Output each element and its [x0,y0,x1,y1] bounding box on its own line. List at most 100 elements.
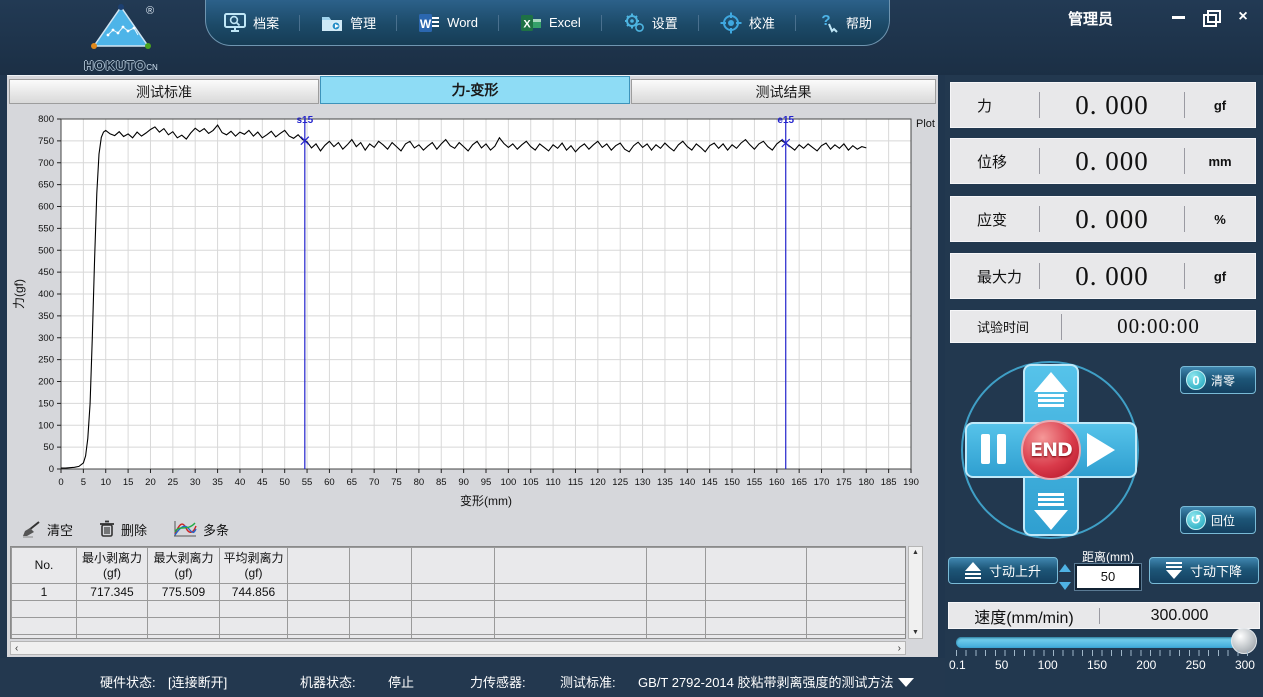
play-button[interactable] [1087,433,1115,467]
svg-text:65: 65 [347,477,358,488]
table-cell [807,618,907,635]
pause-icon [997,434,1006,464]
menu-separator [299,15,300,31]
scroll-down-icon[interactable]: ▼ [912,629,919,636]
chart-cursor-label: e15 [777,115,794,126]
table-row[interactable] [12,635,907,640]
menu-item-word[interactable]: W Word [407,12,488,34]
delete-row-button[interactable]: 删除 [99,520,147,539]
menu-item-manage[interactable]: 管理 [310,12,386,34]
jog-up-button[interactable]: 寸动上升 [948,557,1058,584]
menu-label: 帮助 [846,13,872,32]
svg-text:180: 180 [858,477,874,488]
table-header-cell [706,548,807,584]
distance-stepper[interactable] [1059,564,1073,590]
pause-button[interactable] [971,434,1015,468]
speed-slider-track[interactable] [956,637,1248,648]
svg-text:10: 10 [100,477,111,488]
readout-label: 力 [951,95,1039,116]
help-icon: ? [816,12,840,34]
menu-label: 档案 [253,13,279,32]
table-cell [706,601,807,618]
force-sensor-label: 力传感器: [470,672,526,691]
pause-icon [981,434,990,464]
table-cell [807,601,907,618]
readout-label: 最大力 [951,266,1039,287]
table-cell [412,584,495,601]
delete-label: 删除 [121,520,147,539]
zero-button[interactable]: 0 清零 [1180,366,1256,394]
end-stop-button[interactable]: END [1021,420,1081,480]
home-button[interactable]: ↺ 回位 [1180,506,1256,534]
table-cell [495,601,647,618]
menu-item-help[interactable]: ? 帮助 [806,12,882,34]
table-cell: 1 [12,584,77,601]
logo-triangle-icon: ® [88,2,154,52]
table-cell [288,601,350,618]
scroll-right-icon[interactable]: › [898,643,901,654]
close-icon[interactable]: × [1235,10,1251,24]
menu-label: Word [447,15,478,30]
table-header-cell [350,548,412,584]
menu-item-archive[interactable]: 档案 [213,12,289,34]
results-table: No.最小剥离力(gf)最大剥离力(gf)平均剥离力(gf)1717.34577… [11,547,906,639]
scroll-left-icon[interactable]: ‹ [15,643,18,654]
restore-icon[interactable] [1203,10,1219,24]
down-arrow-icon [1034,510,1068,530]
slider-tick-label: 100 [1038,658,1058,672]
distance-input[interactable]: 50 [1075,564,1141,590]
menu-item-settings[interactable]: 设置 [612,12,688,34]
table-cell: 775.509 [148,584,220,601]
table-vertical-scrollbar[interactable]: ▲▼ [908,546,923,639]
svg-text:165: 165 [791,477,807,488]
machine-status-label: 机器状态: [300,672,356,691]
stepper-down-icon[interactable] [1059,582,1071,590]
table-header-cell [288,548,350,584]
clear-curves-button[interactable]: 清空 [21,520,73,539]
svg-text:100: 100 [500,477,516,488]
table-cell [647,601,706,618]
svg-text:95: 95 [481,477,492,488]
tab-force-deformation[interactable]: 力-变形 [320,76,630,104]
menu-item-excel[interactable]: X Excel [509,12,591,34]
jog-up-label: 寸动上升 [989,561,1041,580]
window-controls: × [1171,8,1251,26]
scroll-up-icon[interactable]: ▲ [912,549,919,556]
svg-text:170: 170 [814,477,830,488]
slider-tick-label: 0.1 [949,658,966,672]
table-cell [220,618,288,635]
readout-strain: 应变 0. 000 % [950,196,1256,242]
table-header-cell: No. [12,548,77,584]
multi-curve-button[interactable]: 多条 [173,520,229,539]
table-row[interactable] [12,618,907,635]
chart-toolbar: 清空 删除 多条 [21,517,229,541]
table-cell [706,635,807,640]
zero-label: 清零 [1211,372,1235,389]
test-standard-dropdown-icon[interactable] [898,678,914,687]
multi-label: 多条 [203,520,229,539]
svg-text:250: 250 [38,355,54,366]
svg-text:90: 90 [458,477,469,488]
svg-text:X: X [523,18,531,30]
chart-cursor-label: s15 [296,115,313,126]
menu-label: 设置 [652,13,678,32]
svg-text:350: 350 [38,311,54,322]
table-horizontal-scrollbar[interactable]: ‹› [10,641,906,655]
table-row[interactable]: 1717.345775.509744.856 [12,584,907,601]
svg-text:400: 400 [38,289,54,300]
move-up-button[interactable] [1023,366,1079,422]
tab-test-standard[interactable]: 测试标准 [9,79,319,104]
return-arrow-icon: ↺ [1186,510,1206,530]
move-down-button[interactable] [1023,480,1079,536]
table-row[interactable] [12,601,907,618]
stepper-up-icon[interactable] [1059,564,1071,572]
svg-text:750: 750 [38,136,54,147]
test-standard-value: GB/T 2792-2014 胶粘带剥离强度的测试方法 [638,672,894,691]
logo-brand-text: HOKUTO [84,58,146,73]
tab-test-result[interactable]: 测试结果 [631,79,936,104]
speed-slider-ticks [956,650,1248,656]
table-cell [495,618,647,635]
jog-down-button[interactable]: 寸动下降 [1149,557,1259,584]
menu-item-calibrate[interactable]: 校准 [709,12,785,34]
minimize-icon[interactable] [1171,10,1187,24]
